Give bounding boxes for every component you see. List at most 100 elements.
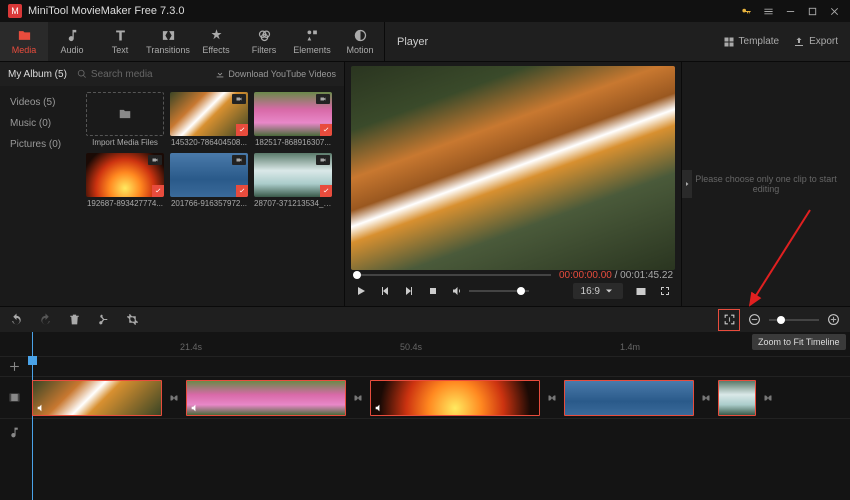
template-icon: [723, 36, 735, 48]
timeline-tracks: [0, 356, 850, 446]
player-controls: 16:9: [351, 280, 675, 302]
clip-audio-icon: [190, 403, 200, 413]
tab-text[interactable]: Text: [96, 22, 144, 61]
media-thumb[interactable]: 201766-916357972...: [170, 153, 248, 208]
tab-effects[interactable]: Effects: [192, 22, 240, 61]
player-label: Player: [397, 36, 428, 48]
template-button[interactable]: Template: [723, 36, 780, 48]
media-thumb[interactable]: 192687-893427774...: [86, 153, 164, 208]
collapse-panel-button[interactable]: [682, 170, 692, 198]
zoom-slider[interactable]: [769, 319, 819, 321]
preview-viewport[interactable]: [351, 66, 675, 270]
text-icon: [113, 28, 128, 43]
timeline-ruler[interactable]: 21.4s 50.4s 1.4m: [0, 332, 850, 356]
undo-button[interactable]: [10, 313, 23, 326]
tab-elements[interactable]: Elements: [288, 22, 336, 61]
import-media-button[interactable]: Import Media Files: [86, 92, 164, 147]
split-button[interactable]: [97, 313, 110, 326]
timeline: 21.4s 50.4s 1.4m: [0, 332, 850, 500]
crop-button[interactable]: [126, 313, 139, 326]
player-panel: 00:00:00.00 / 00:01:45.22 16:9: [344, 62, 682, 306]
playhead[interactable]: [32, 332, 33, 500]
timeline-clip[interactable]: [718, 380, 756, 416]
cat-videos[interactable]: Videos (5): [0, 92, 82, 113]
transition-slot[interactable]: [350, 390, 366, 406]
zoom-in-button[interactable]: [827, 313, 840, 326]
zoom-out-button[interactable]: [748, 313, 761, 326]
timecode: 00:00:00.00 / 00:01:45.22: [559, 270, 673, 281]
delete-button[interactable]: [68, 313, 81, 326]
search-input[interactable]: Search media: [77, 69, 206, 80]
transition-slot[interactable]: [166, 390, 182, 406]
media-thumb[interactable]: 28707-371213534_t...: [254, 153, 332, 208]
video-badge-icon: [316, 94, 330, 104]
media-body: Videos (5) Music (0) Pictures (0) Import…: [0, 86, 344, 306]
elements-icon: [305, 28, 320, 43]
audio-track-icon: [8, 426, 21, 439]
tab-audio[interactable]: Audio: [48, 22, 96, 61]
cat-pictures[interactable]: Pictures (0): [0, 134, 82, 155]
video-badge-icon: [232, 94, 246, 104]
next-frame-button[interactable]: [403, 285, 415, 297]
tab-filters[interactable]: Filters: [240, 22, 288, 61]
filters-icon: [257, 28, 272, 43]
search-icon: [77, 69, 87, 79]
properties-panel: Please choose only one clip to start edi…: [682, 62, 850, 306]
video-badge-icon: [316, 155, 330, 165]
cat-music[interactable]: Music (0): [0, 113, 82, 134]
timeline-clip[interactable]: [186, 380, 346, 416]
download-icon: [215, 69, 225, 79]
transition-slot[interactable]: [544, 390, 560, 406]
timeline-clip[interactable]: [32, 380, 162, 416]
scrub-bar[interactable]: 00:00:00.00 / 00:01:45.22: [351, 270, 675, 280]
player-header: Player Template Export: [384, 22, 850, 61]
close-button[interactable]: [826, 3, 842, 19]
zoom-fit-tooltip: Zoom to Fit Timeline: [752, 334, 846, 350]
zoom-fit-button[interactable]: [718, 309, 740, 331]
media-thumb[interactable]: 182517-868916307...: [254, 92, 332, 147]
zoom-controls: [718, 309, 840, 331]
chevron-right-icon: [684, 179, 690, 189]
menu-icon[interactable]: [760, 3, 776, 19]
minimize-button[interactable]: [782, 3, 798, 19]
aspect-ratio-select[interactable]: 16:9: [573, 283, 623, 299]
redo-button[interactable]: [39, 313, 52, 326]
play-button[interactable]: [355, 285, 367, 297]
fullscreen-button[interactable]: [659, 285, 671, 297]
selected-check-icon: [320, 185, 332, 197]
transition-slot[interactable]: [698, 390, 714, 406]
volume-icon[interactable]: [451, 285, 463, 297]
transition-slot[interactable]: [760, 390, 776, 406]
export-icon: [793, 36, 805, 48]
media-header: My Album (5) Search media Download YouTu…: [0, 62, 344, 86]
timeline-clip[interactable]: [370, 380, 540, 416]
timeline-clip[interactable]: [564, 380, 694, 416]
tab-motion[interactable]: Motion: [336, 22, 384, 61]
properties-empty-message: Please choose only one clip to start edi…: [682, 174, 850, 194]
media-thumb[interactable]: 145320-786404508...: [170, 92, 248, 147]
music-icon: [65, 28, 80, 43]
snapshot-button[interactable]: [635, 285, 647, 297]
window-title: MiniTool MovieMaker Free 7.3.0: [28, 5, 732, 17]
export-button[interactable]: Export: [793, 36, 838, 48]
add-text-track-icon[interactable]: [8, 360, 21, 373]
stop-button[interactable]: [427, 285, 439, 297]
license-key-icon[interactable]: [738, 3, 754, 19]
audio-track[interactable]: [0, 418, 850, 446]
volume-slider[interactable]: [469, 290, 529, 292]
tab-transitions[interactable]: Transitions: [144, 22, 192, 61]
video-track-icon: [8, 391, 21, 404]
video-track[interactable]: [0, 376, 850, 418]
folder-icon: [17, 28, 32, 43]
tab-media[interactable]: Media: [0, 22, 48, 61]
video-badge-icon: [232, 155, 246, 165]
text-track[interactable]: [0, 356, 850, 376]
clip-audio-icon: [374, 403, 384, 413]
download-youtube-link[interactable]: Download YouTube Videos: [215, 69, 336, 79]
maximize-button[interactable]: [804, 3, 820, 19]
transitions-icon: [161, 28, 176, 43]
selected-check-icon: [236, 124, 248, 136]
prev-frame-button[interactable]: [379, 285, 391, 297]
effects-icon: [209, 28, 224, 43]
main-area: My Album (5) Search media Download YouTu…: [0, 62, 850, 306]
